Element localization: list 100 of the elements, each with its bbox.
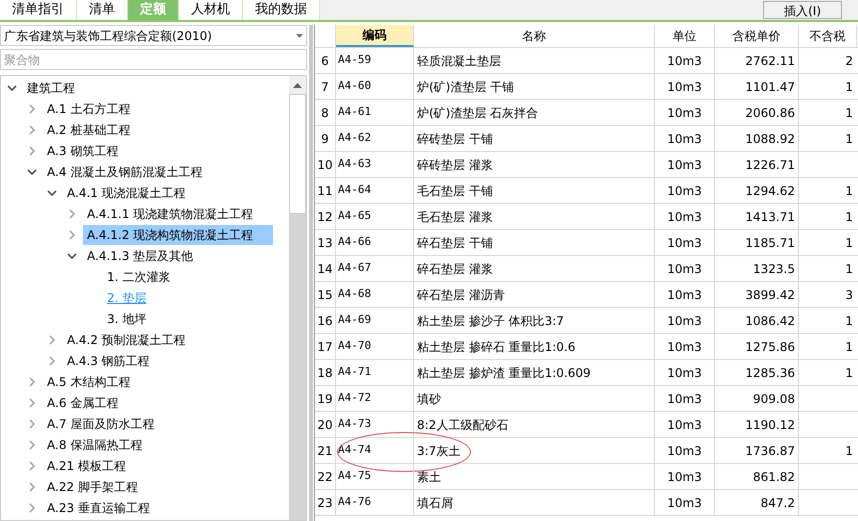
chevron-down-icon[interactable] xyxy=(47,188,57,198)
table-cell: 1413.71 xyxy=(715,204,799,229)
table-cell: 861.82 xyxy=(715,464,799,489)
tree-item[interactable]: A.6 金属工程 xyxy=(43,392,122,412)
insert-button[interactable]: 插入(I) xyxy=(763,1,842,19)
table-cell: 填砂 xyxy=(414,386,655,411)
table-cell: A4-69 xyxy=(336,308,414,333)
table-cell: 10m3 xyxy=(655,412,715,437)
table-cell: A4-68 xyxy=(336,282,414,307)
table-cell: 2060.86 xyxy=(715,100,799,125)
table-cell: 2762.11 xyxy=(715,48,799,73)
table-cell: 素土 xyxy=(414,464,655,489)
row-number: 21 xyxy=(315,438,336,463)
table-cell: 10m3 xyxy=(655,126,715,151)
table-cell: 1088.92 xyxy=(715,126,799,151)
chevron-right-icon[interactable] xyxy=(27,398,37,408)
column-header[interactable]: 名称 xyxy=(414,25,655,47)
arrow-up-icon[interactable] xyxy=(293,82,302,88)
table-cell: 填石屑 xyxy=(414,490,655,515)
tree-item[interactable]: A.7 屋面及防水工程 xyxy=(43,414,158,434)
table-cell: 10m3 xyxy=(655,438,715,463)
tree-item[interactable]: A.23 垂直运输工程 xyxy=(43,498,154,518)
table-cell: 粘土垫层 掺炉渣 重量比1:0.609 xyxy=(414,360,655,385)
chevron-right-icon[interactable] xyxy=(27,502,37,512)
tab[interactable]: 清单 xyxy=(77,0,128,20)
row-number: 8 xyxy=(315,100,336,125)
tree-item[interactable]: A.4.2 预制混凝土工程 xyxy=(63,330,190,350)
table-cell: 10m3 xyxy=(655,282,715,307)
tree-item[interactable]: 3. 地坪 xyxy=(103,308,150,328)
table-cell: 10m3 xyxy=(655,334,715,359)
table-cell: 1226.71 xyxy=(715,152,799,177)
row-number: 19 xyxy=(315,386,336,411)
tree-item[interactable]: A.4.1.2 现浇构筑物混凝土工程 xyxy=(83,224,274,244)
tree-item[interactable]: 建筑工程 xyxy=(23,78,79,98)
chevron-right-icon[interactable] xyxy=(27,124,37,134)
table-cell: 3899.42 xyxy=(715,282,799,307)
tree-item[interactable]: A.3 砌筑工程 xyxy=(43,140,122,160)
row-number: 12 xyxy=(315,204,336,229)
chevron-down-icon[interactable] xyxy=(7,82,17,92)
row-number: 17 xyxy=(315,334,336,359)
table-cell: 炉(矿)渣垫层 石灰拌合 xyxy=(414,100,655,125)
chevron-right-icon[interactable] xyxy=(47,356,57,366)
table-cell: A4-67 xyxy=(336,256,414,281)
tree-item[interactable]: A.4.1.1 现浇建筑物混凝土工程 xyxy=(83,204,258,224)
table-cell: A4-71 xyxy=(336,360,414,385)
table-cell-text: 1 xyxy=(845,130,853,148)
table-cell: A4-65 xyxy=(336,204,414,229)
table-cell-text: 1 xyxy=(845,234,853,252)
row-number: 16 xyxy=(315,308,336,333)
tree-item[interactable]: A.4 混凝土及钢筋混凝土工程 xyxy=(43,162,206,182)
tree-item[interactable]: A.4.3 钢筋工程 xyxy=(63,350,154,370)
search-field[interactable]: 聚合物 xyxy=(0,49,307,70)
tab[interactable]: 我的数据 xyxy=(243,0,320,20)
chevron-down-icon[interactable] xyxy=(27,166,37,176)
column-header[interactable]: 不含税 xyxy=(799,25,857,47)
column-header[interactable]: 编码 xyxy=(336,25,414,47)
tab[interactable]: 人材机 xyxy=(179,0,243,20)
chevron-right-icon[interactable] xyxy=(27,146,37,156)
table-cell: 轻质混凝土垫层 xyxy=(414,48,655,73)
row-number: 13 xyxy=(315,230,336,255)
chevron-right-icon[interactable] xyxy=(67,208,77,218)
column-header[interactable]: 单位 xyxy=(655,25,715,47)
table-cell: 10m3 xyxy=(655,74,715,99)
chevron-right-icon[interactable] xyxy=(27,482,37,492)
library-dropdown[interactable]: 广东省建筑与装饰工程综合定额(2010) xyxy=(0,25,307,46)
chevron-right-icon[interactable] xyxy=(27,418,37,428)
table-cell: 10m3 xyxy=(655,308,715,333)
tree-item[interactable]: A.2 桩基础工程 xyxy=(43,120,134,140)
caret-down-icon xyxy=(296,34,303,38)
chevron-right-icon[interactable] xyxy=(27,440,37,450)
table-cell-text: 1 xyxy=(845,182,853,200)
chevron-right-icon[interactable] xyxy=(27,376,37,386)
chevron-right-icon[interactable] xyxy=(27,460,37,470)
scrollbar[interactable] xyxy=(289,76,306,520)
tree-item[interactable]: 1. 二次灌浆 xyxy=(103,266,174,286)
tree-item[interactable]: A.4.1.3 垫层及其他 xyxy=(83,246,198,266)
table-cell: 炉(矿)渣垫层 干铺 xyxy=(414,74,655,99)
table-cell-text: 3 xyxy=(845,286,853,304)
tree-item[interactable]: A.22 脚手架工程 xyxy=(43,476,142,496)
table-cell-text: 1 xyxy=(845,104,853,122)
table-cell: A4-66 xyxy=(336,230,414,255)
table-cell: 847.2 xyxy=(715,490,799,515)
chevron-right-icon[interactable] xyxy=(67,230,77,240)
tree-item[interactable]: A.1 土石方工程 xyxy=(43,98,134,118)
table-cell: A4-61 xyxy=(336,100,414,125)
table-cell: 碎砖垫层 干铺 xyxy=(414,126,655,151)
table-cell: 10m3 xyxy=(655,386,715,411)
column-header[interactable]: 含税单价 xyxy=(715,25,799,47)
tab[interactable]: 清单指引 xyxy=(0,0,77,20)
chevron-right-icon[interactable] xyxy=(47,334,57,344)
chevron-down-icon[interactable] xyxy=(67,250,77,260)
tree-item[interactable]: A.21 模板工程 xyxy=(43,456,130,476)
tree-item[interactable]: A.4.1 现浇混凝土工程 xyxy=(63,182,190,202)
tree-item[interactable]: A.8 保温隔热工程 xyxy=(43,434,146,454)
table-cell: 碎石垫层 灌浆 xyxy=(414,256,655,281)
row-number: 18 xyxy=(315,360,336,385)
chevron-right-icon[interactable] xyxy=(27,104,37,114)
tree-item[interactable]: A.5 木结构工程 xyxy=(43,372,134,392)
row-number: 14 xyxy=(315,256,336,281)
row-number: 9 xyxy=(315,126,336,151)
